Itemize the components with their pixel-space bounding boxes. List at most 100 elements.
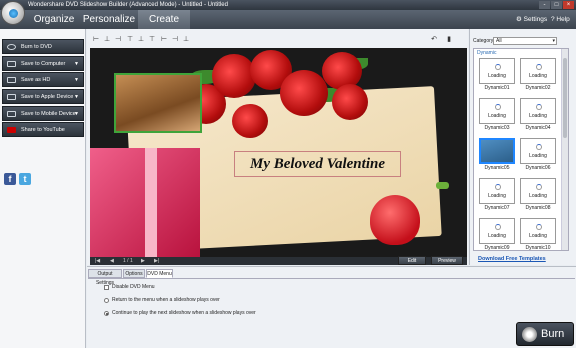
preview-navigation-bar: |◀ ◀ 1 / 1 ▶ ▶| Edit Preview bbox=[90, 256, 467, 265]
output-sidebar: Burn to DVD Save to Computer ▼ Save as HD… bbox=[0, 29, 86, 348]
checkbox-box[interactable] bbox=[104, 285, 109, 290]
previous-page-icon[interactable]: ◀ bbox=[110, 257, 114, 265]
help-label: Help bbox=[556, 16, 570, 23]
align-top-icon[interactable]: ⊤ bbox=[126, 36, 134, 44]
next-page-arrow-icon[interactable] bbox=[436, 182, 449, 189]
settings-label: Settings bbox=[523, 16, 548, 23]
loading-spinner-icon bbox=[495, 64, 501, 70]
undo-icon[interactable]: ↶ bbox=[430, 36, 438, 44]
scrollbar-thumb[interactable] bbox=[563, 58, 567, 138]
menu-preview-canvas[interactable]: My Beloved Valentine bbox=[90, 48, 467, 257]
distribute-horizontal-icon[interactable]: ⊢ bbox=[160, 36, 168, 44]
tab-output-settings[interactable]: Output Settings bbox=[88, 269, 122, 286]
dropdown-arrow-icon: ▼ bbox=[74, 61, 79, 67]
template-dynamic09[interactable]: Loading Dynamic09 bbox=[479, 218, 515, 251]
dropdown-arrow-icon: ▼ bbox=[74, 111, 79, 117]
twitter-icon[interactable]: t bbox=[19, 173, 31, 185]
template-grid: Dynamic Loading Dynamic01 Loading Dynamic0… bbox=[473, 48, 569, 251]
align-left-icon[interactable]: ⊢ bbox=[92, 36, 100, 44]
minimize-button[interactable]: - bbox=[539, 1, 550, 9]
edit-button[interactable]: Edit bbox=[398, 256, 426, 265]
window-title: Wondershare DVD Slideshow Builder (Advan… bbox=[28, 2, 228, 8]
checkbox-label: Disable DVD Menu bbox=[112, 284, 155, 290]
dropdown-arrow-icon: ▼ bbox=[74, 94, 79, 100]
template-dynamic05[interactable]: Dynamic05 bbox=[479, 138, 515, 171]
tab-create[interactable]: Create bbox=[138, 10, 190, 29]
burn-button[interactable]: Burn bbox=[516, 322, 574, 346]
disc-icon bbox=[522, 327, 537, 342]
sidebar-item-save-mobile[interactable]: Save to Mobile Device ▼ bbox=[2, 106, 84, 121]
tab-options[interactable]: Options bbox=[123, 269, 145, 278]
template-dynamic01[interactable]: Loading Dynamic01 bbox=[479, 58, 515, 91]
maximize-button[interactable]: □ bbox=[551, 1, 562, 9]
template-name: Dynamic03 bbox=[484, 125, 510, 131]
align-center-icon[interactable]: ⊥ bbox=[103, 36, 111, 44]
help-link[interactable]: ? Help bbox=[551, 10, 570, 29]
radio-label: Return to the menu when a slideshow play… bbox=[112, 297, 220, 303]
app-logo-icon bbox=[1, 1, 25, 25]
distribute-vertical-icon[interactable]: ⊣ bbox=[171, 36, 179, 44]
photo-placeholder-frame[interactable] bbox=[114, 73, 202, 133]
mobile-device-icon bbox=[7, 111, 16, 117]
template-name: Dynamic08 bbox=[525, 205, 551, 211]
template-scrollbar[interactable] bbox=[561, 49, 568, 250]
sidebar-item-label: Save to Computer bbox=[21, 61, 66, 67]
menu-title-text[interactable]: My Beloved Valentine bbox=[234, 151, 401, 177]
template-panel: Category All Dynamic Loading Dynamic01 Lo… bbox=[469, 29, 576, 265]
template-dynamic04[interactable]: Loading Dynamic04 bbox=[520, 98, 556, 131]
tab-personalize[interactable]: Personalize bbox=[82, 10, 136, 29]
align-right-icon[interactable]: ⊣ bbox=[114, 36, 122, 44]
close-button[interactable]: × bbox=[563, 1, 574, 9]
tab-organize[interactable]: Organize bbox=[28, 10, 80, 29]
sidebar-item-save-apple[interactable]: Save to Apple Device ▼ bbox=[2, 89, 84, 104]
template-dynamic02[interactable]: Loading Dynamic02 bbox=[520, 58, 556, 91]
template-name: Dynamic01 bbox=[484, 85, 510, 91]
same-size-icon[interactable]: ⊥ bbox=[182, 36, 190, 44]
loading-label: Loading bbox=[488, 113, 506, 119]
radio-circle[interactable] bbox=[104, 298, 109, 303]
first-page-icon[interactable]: |◀ bbox=[95, 257, 100, 265]
settings-link[interactable]: ⚙ Settings bbox=[516, 10, 547, 29]
template-name: Dynamic10 bbox=[525, 245, 551, 251]
sidebar-item-burn-dvd[interactable]: Burn to DVD bbox=[2, 39, 84, 54]
template-dynamic10[interactable]: Loading Dynamic10 bbox=[520, 218, 556, 251]
category-select[interactable]: All bbox=[493, 37, 557, 45]
loading-label: Loading bbox=[529, 233, 547, 239]
download-templates-link[interactable]: Download Free Templates bbox=[478, 256, 546, 262]
loading-label: Loading bbox=[529, 153, 547, 159]
template-dynamic07[interactable]: Loading Dynamic07 bbox=[479, 178, 515, 211]
template-dynamic03[interactable]: Loading Dynamic03 bbox=[479, 98, 515, 131]
loading-spinner-icon bbox=[536, 184, 542, 190]
template-name: Dynamic05 bbox=[484, 165, 510, 171]
sidebar-item-label: Share to YouTube bbox=[21, 127, 65, 133]
preview-button[interactable]: Preview bbox=[431, 256, 463, 265]
youtube-icon bbox=[7, 127, 16, 133]
sidebar-item-save-hd[interactable]: Save as HD ▼ bbox=[2, 72, 84, 87]
title-bar: Wondershare DVD Slideshow Builder (Advan… bbox=[0, 0, 576, 10]
template-dynamic06[interactable]: Loading Dynamic06 bbox=[520, 138, 556, 171]
sidebar-item-label: Save to Mobile Device bbox=[21, 111, 76, 117]
category-label: Category bbox=[473, 38, 494, 44]
facebook-icon[interactable]: f bbox=[4, 173, 16, 185]
tab-dvd-menu[interactable]: DVD Menu bbox=[146, 269, 173, 278]
computer-icon bbox=[7, 61, 16, 67]
delete-icon[interactable]: ▮ bbox=[445, 36, 453, 44]
alignment-toolbar: ⊢ ⊥ ⊣ ⊤ ⊥ ⊤ ⊢ ⊣ ⊥ ↶ ▮ bbox=[87, 34, 468, 47]
template-dynamic08[interactable]: Loading Dynamic08 bbox=[520, 178, 556, 211]
sidebar-item-youtube[interactable]: Share to YouTube bbox=[2, 122, 84, 137]
align-bottom-icon[interactable]: ⊤ bbox=[148, 36, 156, 44]
align-middle-icon[interactable]: ⊥ bbox=[137, 36, 145, 44]
last-page-icon[interactable]: ▶| bbox=[154, 257, 159, 265]
burn-label: Burn bbox=[541, 328, 565, 340]
loading-spinner-icon bbox=[536, 64, 542, 70]
next-page-icon[interactable]: ▶ bbox=[141, 257, 145, 265]
page-indicator: 1 / 1 bbox=[123, 258, 133, 264]
loading-spinner-icon bbox=[536, 224, 542, 230]
radio-circle-selected[interactable] bbox=[104, 311, 109, 316]
main-menu-bar: Organize Personalize Create ⚙ Settings ?… bbox=[0, 10, 576, 29]
loading-label: Loading bbox=[529, 73, 547, 79]
sidebar-item-label: Save to Apple Device bbox=[21, 94, 74, 100]
sidebar-item-save-computer[interactable]: Save to Computer ▼ bbox=[2, 56, 84, 71]
group-header: Dynamic bbox=[477, 50, 497, 56]
template-name: Dynamic07 bbox=[484, 205, 510, 211]
